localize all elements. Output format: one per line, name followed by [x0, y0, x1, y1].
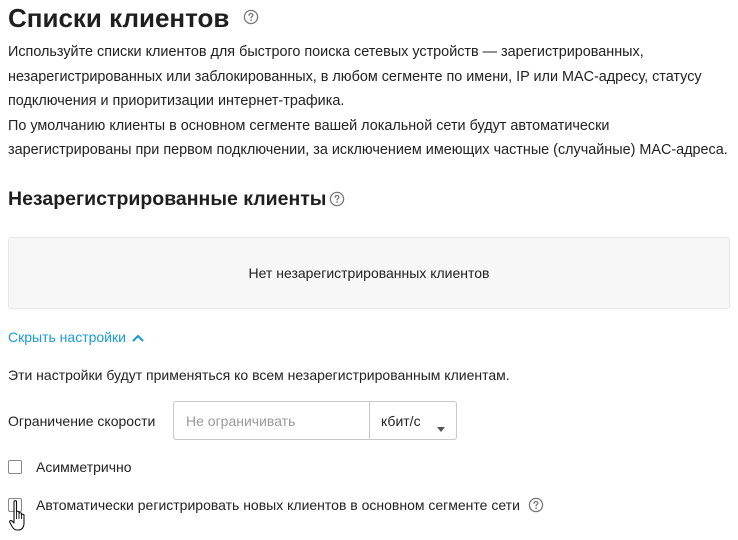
asymmetric-row: Асимметрично — [8, 459, 132, 475]
hide-settings-link[interactable]: Скрыть настройки — [8, 327, 144, 347]
hide-settings-label: Скрыть настройки — [8, 329, 126, 345]
chevron-up-icon — [132, 327, 144, 347]
auto-register-row: Автоматически регистрировать новых клиен… — [8, 497, 544, 513]
speed-limit-label: Ограничение скорости — [8, 413, 156, 429]
speed-unit-value: кбит/с — [381, 412, 421, 429]
speed-unit-select[interactable]: кбит/с — [369, 401, 457, 440]
asymmetric-checkbox[interactable] — [8, 460, 22, 474]
intro-paragraph: Используйте списки клиентов для быстрого… — [8, 44, 702, 109]
caret-down-icon — [437, 419, 445, 435]
asymmetric-label: Асимметрично — [36, 459, 132, 475]
empty-clients-text: Нет незарегистрированных клиентов — [248, 265, 490, 281]
speed-limit-input[interactable] — [173, 401, 369, 440]
section-help-icon[interactable] — [329, 191, 345, 207]
auto-register-label: Автоматически регистрировать новых клиен… — [36, 497, 520, 513]
unregistered-section-title: Незарегистрированные клиенты — [8, 188, 327, 210]
auto-register-help-icon[interactable] — [528, 497, 544, 513]
title-help-icon[interactable] — [243, 9, 259, 25]
empty-clients-box: Нет незарегистрированных клиентов — [8, 237, 730, 309]
hand-pointer-icon — [9, 499, 29, 538]
settings-note: Эти настройки будут применяться ко всем … — [8, 367, 510, 383]
page-title: Списки клиентов — [8, 3, 230, 33]
intro-text: Используйте списки клиентов для быстрого… — [8, 40, 733, 163]
intro-paragraph: По умолчанию клиенты в основном сегменте… — [8, 117, 728, 159]
